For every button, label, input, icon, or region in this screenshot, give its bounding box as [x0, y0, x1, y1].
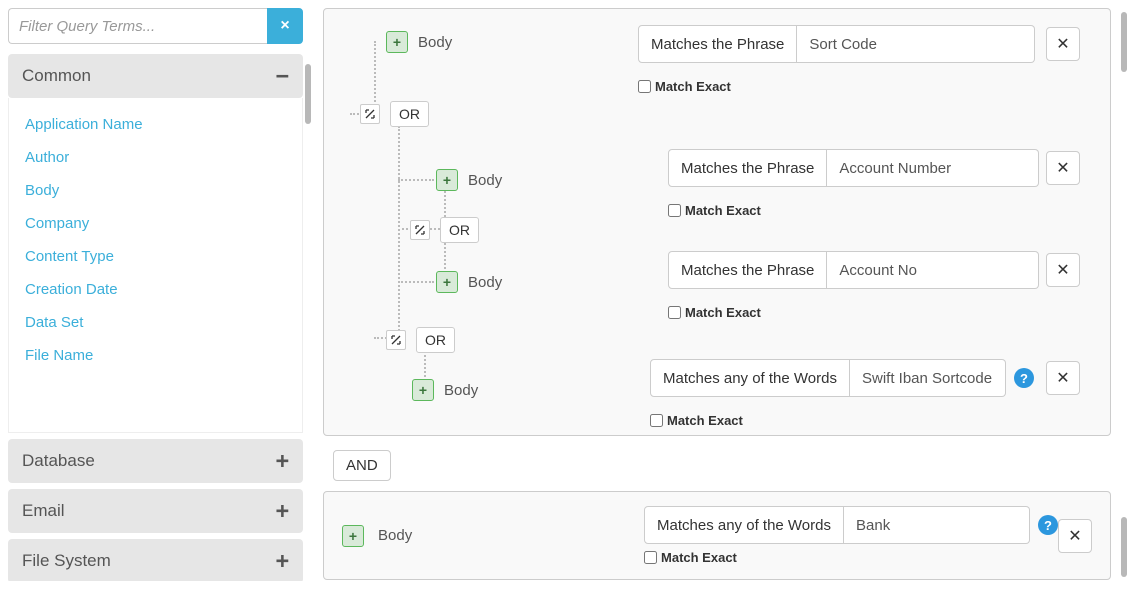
accordion-body-common: Application Name Author Body Company Con… [8, 98, 303, 433]
plus-icon: + [276, 556, 289, 567]
expand-arrows-icon [365, 109, 375, 119]
collapse-toggle-button[interactable] [360, 104, 380, 124]
field-body-label: Body [468, 274, 502, 291]
match-exact-checkbox[interactable] [668, 306, 681, 319]
match-exact-checkbox[interactable] [638, 80, 651, 93]
accordion-label: Database [22, 451, 95, 471]
match-exact-checkbox[interactable] [644, 551, 657, 564]
term-data-set[interactable]: Data Set [19, 306, 292, 339]
remove-condition-button[interactable]: ✕ [1046, 253, 1080, 287]
minus-icon: − [276, 71, 289, 82]
help-icon[interactable]: ? [1014, 368, 1034, 388]
clear-filter-button[interactable]: × [267, 8, 303, 44]
collapse-toggle-button[interactable] [386, 330, 406, 350]
close-icon: ✕ [1056, 368, 1069, 388]
accordion-label: Common [22, 66, 91, 86]
add-condition-button[interactable]: + [412, 379, 434, 401]
expand-arrows-icon [415, 225, 425, 235]
term-company[interactable]: Company [19, 207, 292, 240]
query-group-panel: + Body Matches the Phrase ✕ [323, 8, 1111, 436]
add-condition-button[interactable]: + [436, 169, 458, 191]
field-body-label: Body [468, 172, 502, 189]
term-application-name[interactable]: Application Name [19, 108, 292, 141]
match-exact-checkbox-label[interactable]: Match Exact [668, 203, 761, 218]
close-icon: ✕ [1068, 526, 1081, 546]
or-operator-button[interactable]: OR [390, 101, 429, 127]
field-body-label: Body [418, 34, 452, 51]
or-operator-button[interactable]: OR [440, 217, 479, 243]
term-content-type[interactable]: Content Type [19, 240, 292, 273]
term-author[interactable]: Author [19, 141, 292, 174]
match-exact-checkbox-label[interactable]: Match Exact [668, 305, 761, 320]
condition-value-input[interactable] [827, 251, 1039, 289]
term-body[interactable]: Body [19, 174, 292, 207]
term-file-name[interactable]: File Name [19, 339, 292, 372]
plus-icon: + [276, 456, 289, 467]
collapse-toggle-button[interactable] [410, 220, 430, 240]
accordion-header-common[interactable]: Common − [8, 54, 303, 98]
plus-icon: + [276, 506, 289, 517]
match-exact-checkbox[interactable] [668, 204, 681, 217]
panel-scrollbar-thumb[interactable] [1121, 12, 1127, 72]
accordion-label: File System [22, 551, 111, 571]
close-icon: × [280, 17, 289, 35]
remove-condition-button[interactable]: ✕ [1058, 519, 1092, 553]
add-condition-button[interactable]: + [342, 525, 364, 547]
expand-arrows-icon [391, 335, 401, 345]
condition-value-input[interactable] [844, 506, 1030, 544]
panel-scrollbar-thumb[interactable] [1121, 517, 1127, 577]
accordion-header-email[interactable]: Email + [8, 489, 303, 533]
remove-condition-button[interactable]: ✕ [1046, 361, 1080, 395]
match-operator-select[interactable]: Matches the Phrase [638, 25, 797, 63]
match-operator-select[interactable]: Matches any of the Words [650, 359, 850, 397]
remove-condition-button[interactable]: ✕ [1046, 151, 1080, 185]
match-exact-checkbox-label[interactable]: Match Exact [644, 550, 737, 565]
filter-query-terms-input[interactable] [8, 8, 267, 44]
and-operator-button[interactable]: AND [333, 450, 391, 481]
remove-condition-button[interactable]: ✕ [1046, 27, 1080, 61]
query-group-panel: + Body Matches any of the Words ? Matc [323, 491, 1111, 580]
or-operator-button[interactable]: OR [416, 327, 455, 353]
match-operator-select[interactable]: Matches the Phrase [668, 149, 827, 187]
close-icon: ✕ [1056, 260, 1069, 280]
accordion-header-filesystem[interactable]: File System + [8, 539, 303, 581]
accordion-header-database[interactable]: Database + [8, 439, 303, 483]
condition-value-input[interactable] [797, 25, 1035, 63]
add-condition-button[interactable]: + [436, 271, 458, 293]
match-exact-checkbox-label[interactable]: Match Exact [650, 413, 743, 428]
match-operator-select[interactable]: Matches any of the Words [644, 506, 844, 544]
match-exact-checkbox[interactable] [650, 414, 663, 427]
field-body-label: Body [378, 527, 412, 544]
close-icon: ✕ [1056, 158, 1069, 178]
match-operator-select[interactable]: Matches the Phrase [668, 251, 827, 289]
close-icon: ✕ [1056, 34, 1069, 54]
condition-value-input[interactable] [850, 359, 1006, 397]
condition-value-input[interactable] [827, 149, 1039, 187]
help-icon[interactable]: ? [1038, 515, 1058, 535]
term-creation-date[interactable]: Creation Date [19, 273, 292, 306]
accordion-label: Email [22, 501, 65, 521]
field-body-label: Body [444, 382, 478, 399]
add-condition-button[interactable]: + [386, 31, 408, 53]
match-exact-checkbox-label[interactable]: Match Exact [638, 79, 731, 94]
